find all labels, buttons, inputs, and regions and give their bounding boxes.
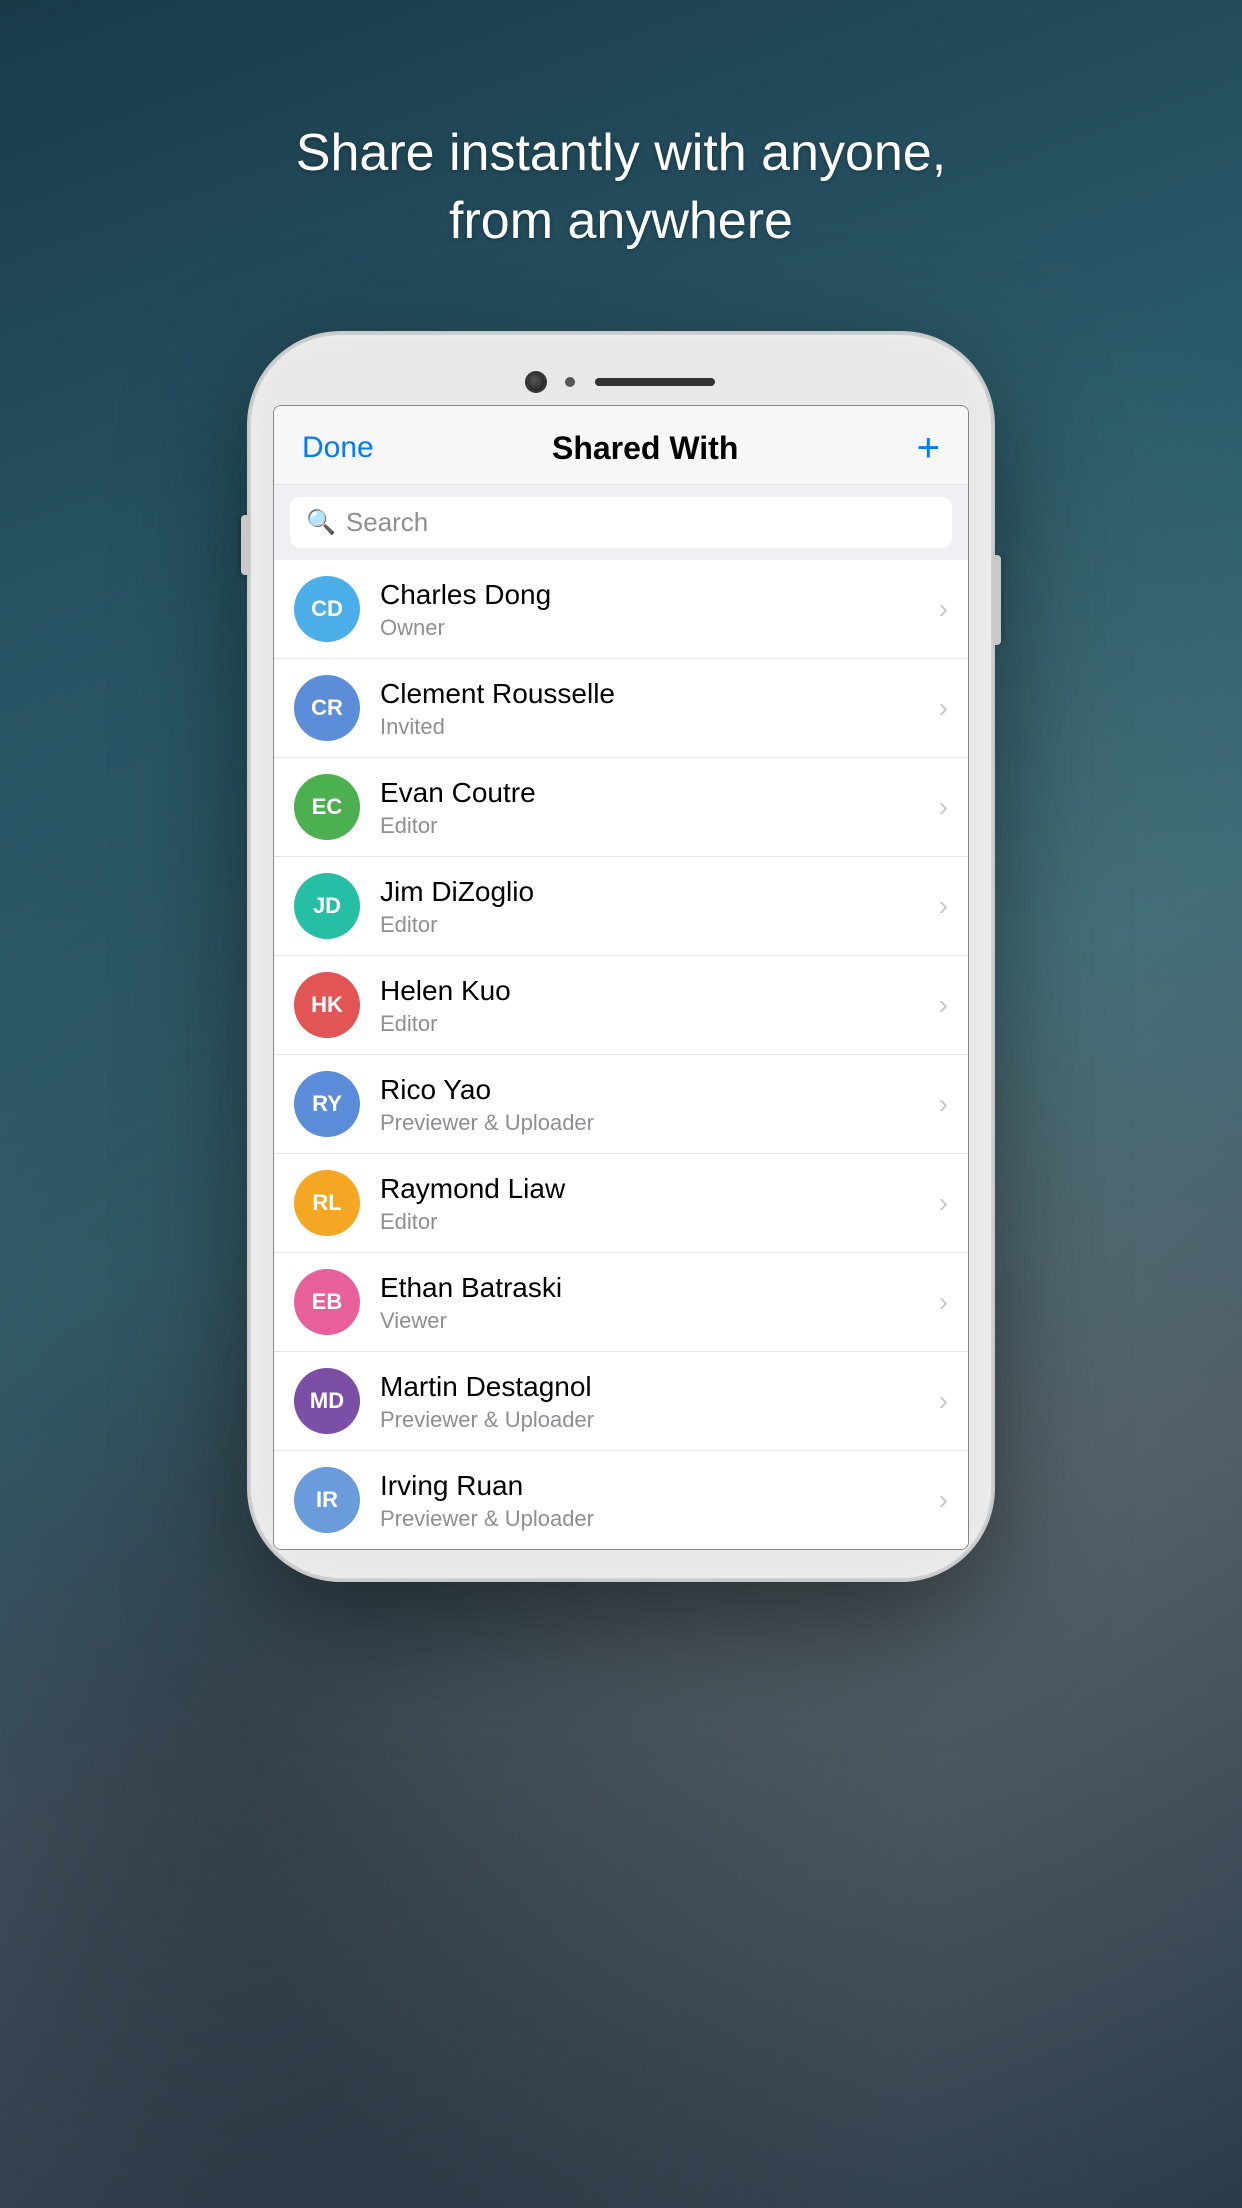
chevron-right-icon: › (939, 692, 948, 724)
person-name: Charles Dong (380, 577, 929, 613)
screen-title: Shared With (552, 430, 738, 467)
avatar: IR (294, 1467, 360, 1533)
avatar: RL (294, 1170, 360, 1236)
chevron-right-icon: › (939, 791, 948, 823)
person-row[interactable]: CD Charles Dong Owner › (274, 560, 968, 659)
earpiece (595, 378, 715, 386)
avatar: CD (294, 576, 360, 642)
person-role: Previewer & Uploader (380, 1506, 929, 1532)
avatar: MD (294, 1368, 360, 1434)
tagline: Share instantly with anyone, from anywhe… (216, 120, 1026, 255)
done-button[interactable]: Done (302, 431, 374, 465)
person-row[interactable]: MD Martin Destagnol Previewer & Uploader… (274, 1352, 968, 1451)
person-role: Previewer & Uploader (380, 1110, 929, 1136)
person-info: Clement Rousselle Invited (380, 676, 929, 740)
chevron-right-icon: › (939, 890, 948, 922)
avatar: CR (294, 675, 360, 741)
avatar: JD (294, 873, 360, 939)
person-info: Rico Yao Previewer & Uploader (380, 1072, 929, 1136)
person-name: Rico Yao (380, 1072, 929, 1108)
chevron-right-icon: › (939, 989, 948, 1021)
person-name: Martin Destagnol (380, 1369, 929, 1405)
phone-mockup: Done Shared With + 🔍 Search CD Charles D… (251, 335, 991, 1578)
person-row[interactable]: JD Jim DiZoglio Editor › (274, 857, 968, 956)
chevron-right-icon: › (939, 1484, 948, 1516)
person-role: Owner (380, 615, 929, 641)
avatar: HK (294, 972, 360, 1038)
person-role: Invited (380, 714, 929, 740)
chevron-right-icon: › (939, 1286, 948, 1318)
person-role: Editor (380, 1011, 929, 1037)
person-role: Previewer & Uploader (380, 1407, 929, 1433)
person-row[interactable]: IR Irving Ruan Previewer & Uploader › (274, 1451, 968, 1549)
person-name: Raymond Liaw (380, 1171, 929, 1207)
phone-top-bar (273, 363, 969, 405)
search-container: 🔍 Search (274, 485, 968, 560)
person-name: Clement Rousselle (380, 676, 929, 712)
person-name: Helen Kuo (380, 973, 929, 1009)
search-input[interactable]: Search (346, 507, 428, 538)
avatar: RY (294, 1071, 360, 1137)
add-button[interactable]: + (917, 428, 940, 468)
search-icon: 🔍 (306, 508, 336, 537)
navigation-bar: Done Shared With + (274, 406, 968, 485)
person-name: Irving Ruan (380, 1468, 929, 1504)
person-info: Jim DiZoglio Editor (380, 874, 929, 938)
person-name: Ethan Batraski (380, 1270, 929, 1306)
phone-screen: Done Shared With + 🔍 Search CD Charles D… (273, 405, 969, 1550)
avatar: EB (294, 1269, 360, 1335)
person-role: Viewer (380, 1308, 929, 1334)
people-list: CD Charles Dong Owner › CR Clement Rouss… (274, 560, 968, 1549)
person-role: Editor (380, 912, 929, 938)
person-info: Charles Dong Owner (380, 577, 929, 641)
phone-side-button-left (241, 515, 249, 575)
person-info: Raymond Liaw Editor (380, 1171, 929, 1235)
person-info: Martin Destagnol Previewer & Uploader (380, 1369, 929, 1433)
person-row[interactable]: RL Raymond Liaw Editor › (274, 1154, 968, 1253)
chevron-right-icon: › (939, 1385, 948, 1417)
camera-icon (527, 373, 545, 391)
phone-side-button-right (993, 555, 1001, 645)
person-name: Evan Coutre (380, 775, 929, 811)
person-row[interactable]: EC Evan Coutre Editor › (274, 758, 968, 857)
chevron-right-icon: › (939, 1187, 948, 1219)
person-info: Helen Kuo Editor (380, 973, 929, 1037)
sensor-dot (565, 377, 575, 387)
chevron-right-icon: › (939, 1088, 948, 1120)
person-row[interactable]: HK Helen Kuo Editor › (274, 956, 968, 1055)
avatar: EC (294, 774, 360, 840)
person-info: Evan Coutre Editor (380, 775, 929, 839)
person-name: Jim DiZoglio (380, 874, 929, 910)
chevron-right-icon: › (939, 593, 948, 625)
person-info: Irving Ruan Previewer & Uploader (380, 1468, 929, 1532)
person-row[interactable]: EB Ethan Batraski Viewer › (274, 1253, 968, 1352)
person-role: Editor (380, 1209, 929, 1235)
person-info: Ethan Batraski Viewer (380, 1270, 929, 1334)
person-row[interactable]: CR Clement Rousselle Invited › (274, 659, 968, 758)
person-role: Editor (380, 813, 929, 839)
search-bar[interactable]: 🔍 Search (290, 497, 952, 548)
person-row[interactable]: RY Rico Yao Previewer & Uploader › (274, 1055, 968, 1154)
